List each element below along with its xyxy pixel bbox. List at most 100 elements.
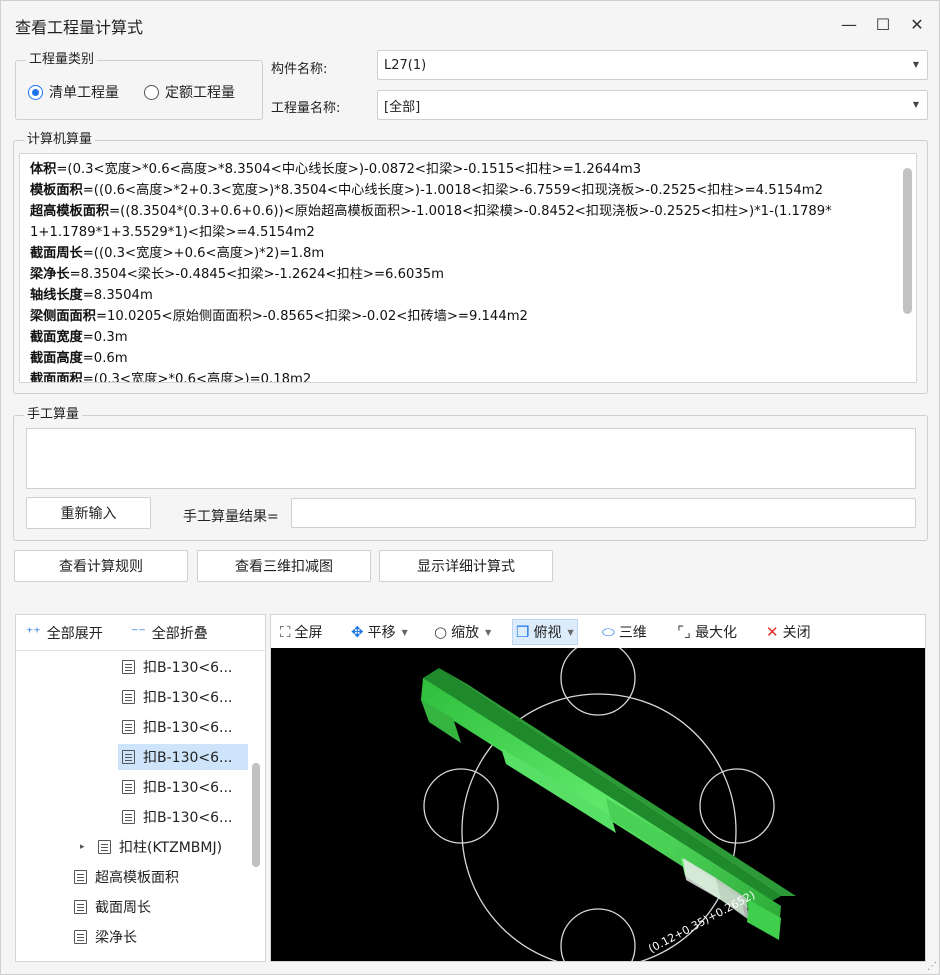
3d-view-button[interactable]: ⬭ 三维	[599, 619, 650, 645]
tree-item[interactable]: 梁净长	[74, 924, 137, 950]
beam-top-back	[439, 668, 796, 896]
3d-view-icon: ⬭	[602, 623, 615, 641]
document-icon	[122, 660, 135, 674]
radio-quota-quantity-label: 定额工程量	[165, 85, 235, 101]
title-bar[interactable]: 查看工程量计算式 — ☐ ✕	[1, 1, 939, 47]
resize-grip-icon[interactable]: ⋰	[927, 961, 937, 972]
calc-line-beam-side-area: 梁侧面面积=10.0205<原始侧面面积>-0.8565<扣梁>-0.02<扣砖…	[30, 309, 528, 324]
calc-line-axis-length: 轴线长度=8.3504m	[30, 288, 153, 303]
manual-calc-legend: 手工算量	[24, 407, 83, 423]
beam-side-face	[423, 668, 781, 906]
maximize-icon: ⌜⌟	[677, 623, 692, 641]
minimize-button[interactable]: —	[835, 11, 863, 37]
close-icon: ✕	[910, 14, 924, 34]
expand-icon: ⁺⁺	[26, 625, 41, 641]
radio-unchecked-icon	[144, 84, 159, 100]
tree-item[interactable]: 扣B-130<6...	[122, 654, 232, 680]
tree-item[interactable]: 超高模板面积	[74, 864, 179, 890]
dimension-annotation: (0.12+0.35)+0.2652)	[646, 888, 757, 955]
chevron-down-icon: ▼	[401, 627, 408, 637]
column-circle-left	[423, 768, 499, 844]
collapse-all-button[interactable]: ⁻⁻ 全部折叠	[131, 623, 208, 643]
column-circle-right	[699, 768, 775, 844]
quantity-name-label: 工程量名称:	[271, 101, 341, 116]
zoom-icon: ○	[434, 623, 448, 641]
collapse-icon: ⁻⁻	[131, 625, 146, 641]
tree-item-selected[interactable]: 扣B-130<6...	[118, 744, 248, 770]
chevron-down-icon: ▼	[912, 100, 919, 109]
window-title: 查看工程量计算式	[15, 18, 144, 37]
tree-toolbar: ⁺⁺ 全部展开 ⁻⁻ 全部折叠	[16, 615, 265, 651]
category-legend: 工程量类别	[26, 52, 98, 68]
document-icon	[74, 930, 87, 944]
viewer-toolbar: ⛶ 全屏 ✥ 平移 ▼ ○ 缩放 ▼ ❒ 俯视 ▼ ⬭ 三维 ⌜⌟ 最大化 ✕ …	[271, 615, 925, 648]
tree-item[interactable]: 扣B-130<6...	[122, 714, 232, 740]
fullscreen-button[interactable]: ⛶ 全屏	[277, 619, 326, 645]
zoom-button[interactable]: ○ 缩放 ▼	[431, 619, 494, 645]
document-icon	[122, 750, 135, 764]
calc-line-formwork-area: 模板面积=((0.6<高度>*2+0.3<宽度>)*8.3504<中心线长度>)…	[30, 183, 824, 198]
calc-line-section-area: 截面面积=(0.3<宽度>*0.6<高度>)=0.18m2	[30, 372, 312, 383]
column-circle-top	[560, 648, 636, 716]
minimize-icon: —	[841, 14, 857, 34]
deduction-tree-panel: ⁺⁺ 全部展开 ⁻⁻ 全部折叠 扣B-130<6... 扣B-130<6... …	[15, 614, 266, 962]
manual-result-input[interactable]	[291, 498, 916, 528]
document-icon	[74, 870, 87, 884]
tree-scrollbar[interactable]	[252, 763, 260, 867]
calc-line-volume: 体积=(0.3<宽度>*0.6<高度>*8.3504<中心线长度>)-0.087…	[30, 162, 642, 177]
view-3d-deduction-button[interactable]: 查看三维扣减图	[197, 550, 371, 582]
quantity-formula-window: 查看工程量计算式 — ☐ ✕ 工程量类别 清单工程量 定额工程量 构件名称: L…	[0, 0, 940, 975]
category-group: 工程量类别 清单工程量 定额工程量	[15, 52, 263, 120]
tree-item[interactable]: 扣B-130<6...	[122, 684, 232, 710]
document-icon	[122, 780, 135, 794]
show-detail-formula-button[interactable]: 显示详细计算式	[379, 550, 553, 582]
radio-bill-quantity[interactable]: 清单工程量	[28, 82, 119, 102]
radio-quota-quantity[interactable]: 定额工程量	[144, 82, 235, 102]
top-view-button[interactable]: ❒ 俯视 ▼	[512, 619, 578, 645]
chevron-down-icon: ▼	[912, 60, 919, 69]
calc-line-beam-net-length: 梁净长=8.3504<梁长>-0.4845<扣梁>-1.2624<扣柱>=6.6…	[30, 267, 445, 282]
tree-item[interactable]: 扣B-130<6...	[122, 774, 232, 800]
maximize-button[interactable]: ☐	[869, 11, 897, 37]
calc-line-high-formwork-area-cont: 1+1.1789*1+3.5529*1)<扣梁>=4.5154m2	[30, 225, 315, 240]
radio-bill-quantity-label: 清单工程量	[49, 85, 119, 101]
quantity-name-value: [全部]	[384, 99, 421, 115]
close-view-button[interactable]: ✕ 关闭	[763, 619, 814, 645]
deduction-3d-viewer: ⛶ 全屏 ✥ 平移 ▼ ○ 缩放 ▼ ❒ 俯视 ▼ ⬭ 三维 ⌜⌟ 最大化 ✕ …	[270, 614, 926, 962]
computer-calc-legend: 计算机算量	[24, 132, 96, 148]
tree-item[interactable]: 扣B-130<6...	[122, 804, 232, 830]
close-icon: ✕	[766, 623, 779, 641]
expand-arrow-icon[interactable]: ▸	[80, 842, 90, 852]
pan-button[interactable]: ✥ 平移 ▼	[348, 619, 411, 645]
fullscreen-icon: ⛶	[280, 623, 291, 641]
document-icon	[122, 810, 135, 824]
calc-line-high-formwork-area: 超高模板面积=((8.3504*(0.3+0.6+0.6))<原始超高模板面积>…	[30, 204, 832, 219]
maximize-view-button[interactable]: ⌜⌟ 最大化	[674, 619, 740, 645]
component-name-value: L27(1)	[384, 57, 427, 73]
quantity-name-select[interactable]: [全部] ▼	[377, 90, 928, 120]
document-icon	[122, 720, 135, 734]
manual-calc-input[interactable]	[26, 428, 916, 489]
tree-item[interactable]: 截面周长	[74, 894, 151, 920]
maximize-icon: ☐	[875, 14, 891, 34]
manual-result-label: 手工算量结果=	[183, 509, 279, 525]
calc-line-section-width: 截面宽度=0.3m	[30, 330, 128, 345]
expand-all-button[interactable]: ⁺⁺ 全部展开	[26, 623, 103, 643]
component-name-select[interactable]: L27(1) ▼	[377, 50, 928, 80]
calc-line-section-perimeter: 截面周长=((0.3<宽度>+0.6<高度>)*2)=1.8m	[30, 246, 325, 261]
computer-calc-textbox[interactable]: 体积=(0.3<宽度>*0.6<高度>*8.3504<中心线长度>)-0.087…	[19, 153, 917, 383]
document-icon	[98, 840, 111, 854]
chevron-down-icon: ▼	[567, 627, 574, 637]
close-window-button[interactable]: ✕	[903, 11, 931, 37]
radio-checked-icon	[28, 84, 43, 100]
reinput-button[interactable]: 重新输入	[26, 497, 151, 529]
tree-item-deduct-column[interactable]: ▸ 扣柱(KTZMBMJ)	[80, 834, 222, 860]
top-view-icon: ❒	[516, 623, 530, 641]
3d-canvas[interactable]: (0.12+0.35)+0.2652)	[271, 648, 925, 961]
view-rules-button[interactable]: 查看计算规则	[14, 550, 188, 582]
chevron-down-icon: ▼	[485, 627, 492, 637]
component-name-label: 构件名称:	[271, 62, 328, 77]
document-icon	[122, 690, 135, 704]
calc-scrollbar[interactable]	[903, 168, 912, 314]
calc-line-section-height: 截面高度=0.6m	[30, 351, 128, 366]
